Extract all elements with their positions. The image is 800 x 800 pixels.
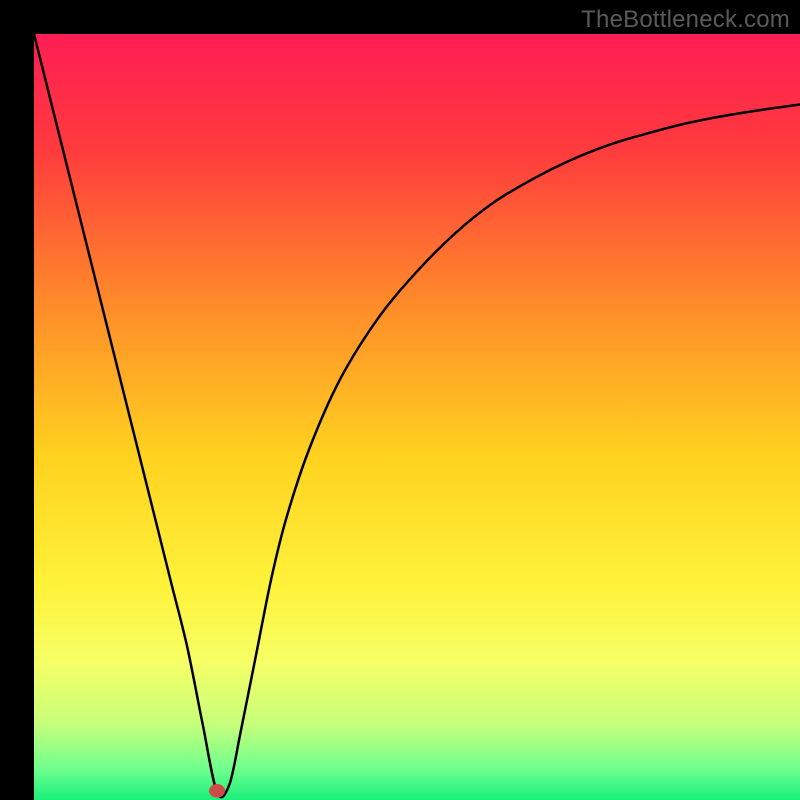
bottleneck-chart: [34, 34, 800, 800]
watermark-text: TheBottleneck.com: [581, 6, 790, 34]
chart-frame: [34, 34, 800, 800]
gradient-background: [34, 34, 800, 800]
minimum-marker: [209, 784, 225, 798]
